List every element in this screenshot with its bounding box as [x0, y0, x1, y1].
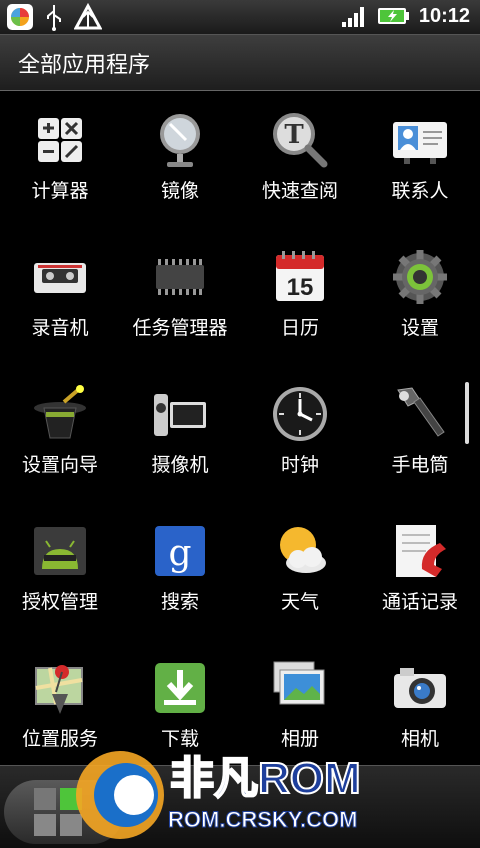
flashlight-icon [397, 387, 445, 437]
app-task-manager[interactable]: 任务管理器 [120, 237, 240, 367]
settings-icon [393, 250, 447, 304]
app-search[interactable]: g 搜索 [120, 511, 240, 641]
app-label: 搜索 [160, 591, 199, 613]
contacts-icon [393, 122, 447, 164]
app-label: 天气 [280, 591, 319, 613]
app-label: 录音机 [31, 317, 89, 339]
weather-icon [280, 527, 326, 573]
search-icon: g [155, 526, 205, 576]
task-manager-icon [156, 259, 204, 295]
page-header: 全部应用程序 [0, 35, 480, 91]
scrollbar[interactable] [465, 382, 469, 444]
camcorder-icon [154, 394, 206, 436]
setup-wizard-icon [34, 385, 86, 439]
app-voice-recorder[interactable]: 录音机 [0, 237, 120, 367]
watermark-url: ROM.CRSKY.COM [168, 807, 357, 832]
app-clock[interactable]: 时钟 [240, 374, 360, 504]
app-camcorder[interactable]: 摄像机 [120, 374, 240, 504]
clock-icon [273, 387, 327, 441]
app-contacts[interactable]: 联系人 [360, 100, 480, 230]
quick-lookup-icon: T [273, 113, 328, 168]
app-flashlight[interactable]: 手电筒 [360, 374, 480, 504]
app-quick-lookup[interactable]: T 快速查阅 [240, 100, 360, 230]
app-calendar[interactable]: 15 日历 [240, 237, 360, 367]
superuser-icon [34, 527, 86, 575]
app-call-log[interactable]: 通话记录 [360, 511, 480, 641]
app-label: 通话记录 [381, 591, 458, 613]
app-label: 任务管理器 [132, 317, 228, 339]
app-label: 联系人 [391, 180, 449, 202]
signal-icon [341, 7, 364, 27]
app-label: 设置 [400, 317, 439, 339]
app-superuser[interactable]: 授权管理 [0, 511, 120, 641]
calendar-day: 15 [287, 274, 314, 301]
app-label: 镜像 [160, 180, 199, 202]
app-settings[interactable]: 设置 [360, 237, 480, 367]
upload-icon [74, 3, 102, 30]
watermark-brand: 非凡ROM [170, 754, 361, 803]
camera-icon [394, 668, 446, 708]
app-label: 计算器 [31, 180, 89, 202]
mirror-icon [160, 114, 200, 167]
app-label: 时钟 [280, 454, 319, 476]
app-label: 摄像机 [151, 454, 209, 476]
status-clock: 10:12 [418, 4, 470, 27]
call-log-icon [396, 525, 446, 577]
app-store-icon [7, 4, 33, 30]
watermark-logo: 非凡ROM ROM.CRSKY.COM [76, 751, 362, 839]
app-weather[interactable]: 天气 [240, 511, 360, 641]
calendar-icon: 15 [276, 251, 324, 301]
page-title: 全部应用程序 [18, 53, 151, 78]
app-calculator[interactable]: 计算器 [0, 100, 120, 230]
status-bar: 10:12 [0, 0, 480, 35]
download-icon [155, 663, 205, 713]
app-mirror[interactable]: 镜像 [120, 100, 240, 230]
app-label: 授权管理 [21, 591, 98, 613]
gallery-icon [273, 661, 325, 705]
usb-icon [47, 5, 61, 31]
calculator-icon [38, 118, 82, 162]
svg-text:T: T [284, 120, 304, 150]
app-label: 日历 [280, 317, 319, 339]
battery-charging-icon [377, 8, 409, 24]
svg-text:g: g [168, 533, 191, 574]
location-icon [35, 665, 83, 714]
app-setup-wizard[interactable]: 设置向导 [0, 374, 120, 504]
app-label: 手电筒 [391, 454, 449, 476]
app-label: 快速查阅 [261, 180, 338, 202]
voice-recorder-icon [34, 263, 86, 293]
app-label: 设置向导 [21, 454, 98, 476]
